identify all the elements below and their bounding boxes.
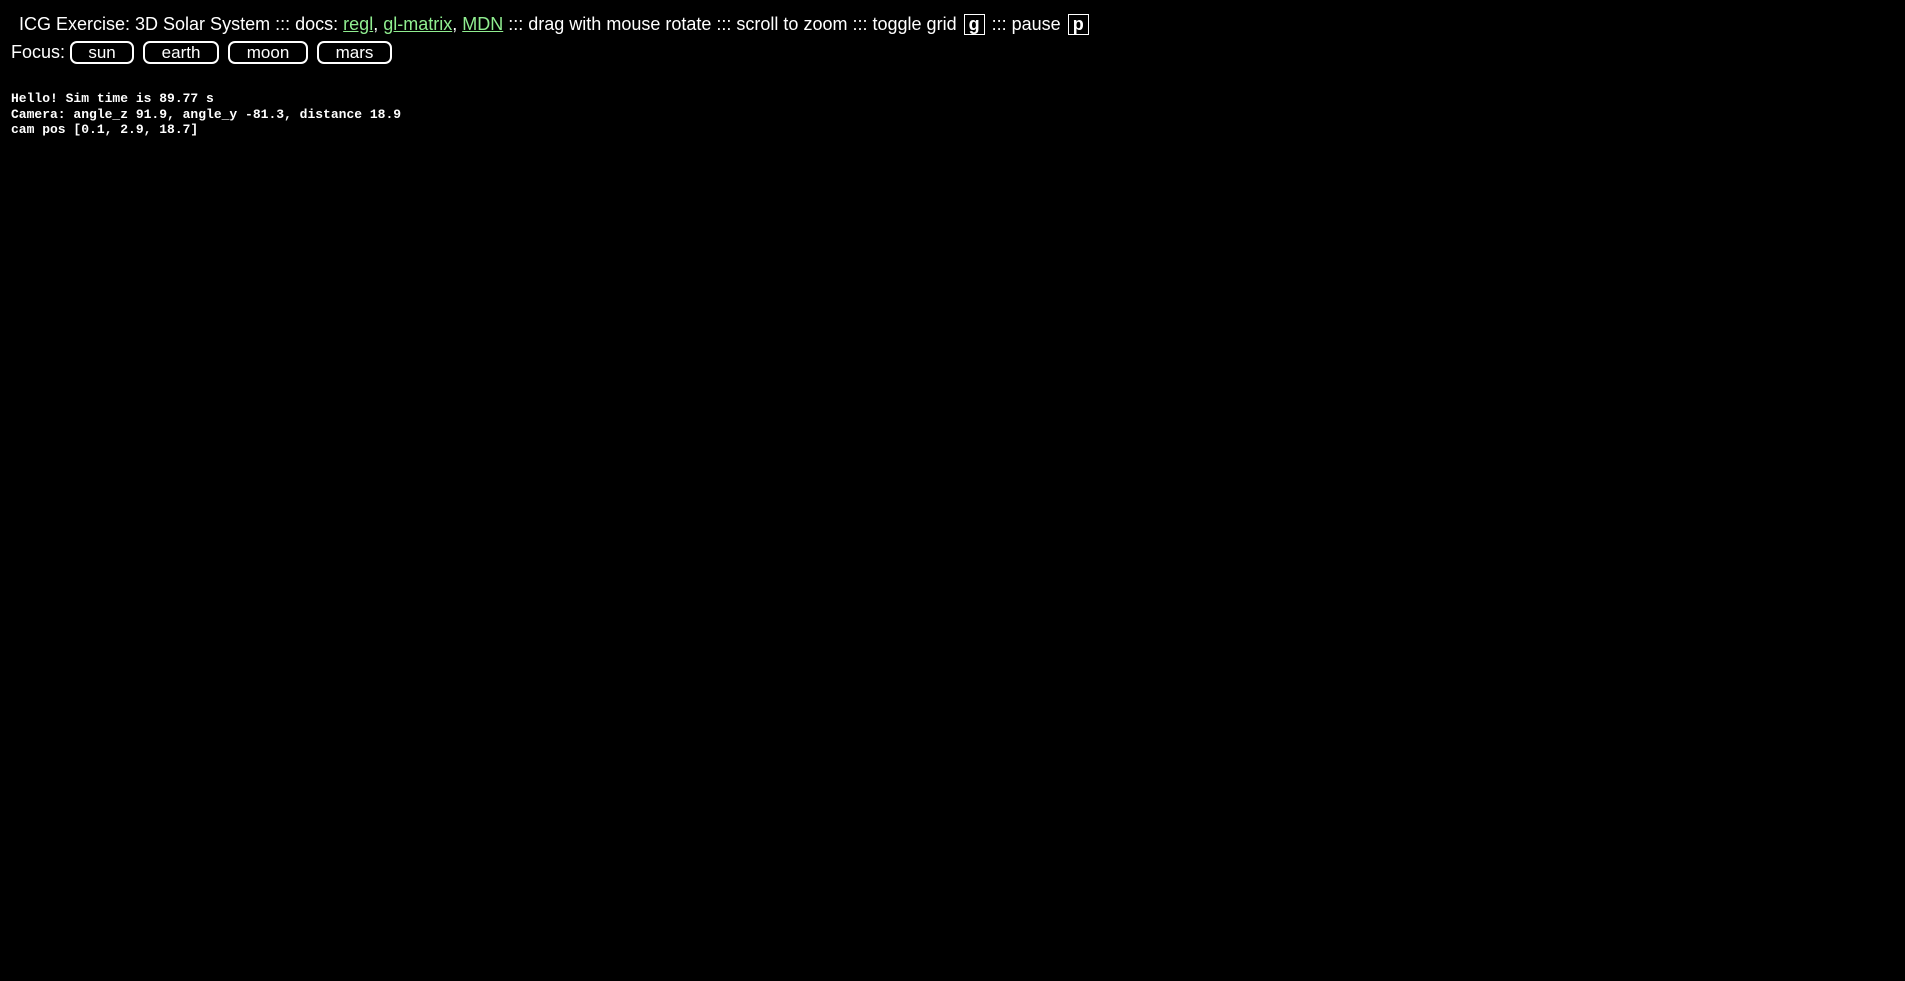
debug-info: Hello! Sim time is 89.77 s Camera: angle_… xyxy=(11,91,401,138)
separator: ::: xyxy=(991,14,1007,34)
docs-label: docs: xyxy=(295,14,339,34)
sim-time-text: Hello! Sim time is 89.77 s xyxy=(11,91,214,106)
moon-body xyxy=(642,362,666,386)
focus-sun-button[interactable]: sun xyxy=(70,40,135,64)
grid-key: g xyxy=(963,14,985,35)
grid-hint: toggle grid xyxy=(872,14,957,34)
render-canvas[interactable] xyxy=(0,0,1905,981)
header-bar: ICG Exercise: 3D Solar System ::: docs: … xyxy=(19,12,1091,36)
separator: ::: xyxy=(852,14,868,34)
separator: ::: xyxy=(508,14,524,34)
scroll-hint: scroll to zoom xyxy=(736,14,848,34)
focus-earth-button[interactable]: earth xyxy=(143,40,220,64)
pause-hint: pause xyxy=(1011,14,1061,34)
camera-text: Camera: angle_z 91.9, angle_y -81.3, dis… xyxy=(11,106,402,122)
mars-body xyxy=(1373,607,1453,679)
gl-matrix-link[interactable]: gl-matrix xyxy=(383,14,452,34)
drag-hint: drag with mouse rotate xyxy=(528,14,712,34)
separator: ::: xyxy=(275,14,291,34)
earth-body xyxy=(635,432,731,528)
app-title: ICG Exercise: 3D Solar System xyxy=(19,14,271,34)
focus-bar: Focus: sun earth moon mars xyxy=(11,40,393,64)
separator: ::: xyxy=(716,14,732,34)
mdn-link[interactable]: MDN xyxy=(462,14,503,34)
sun-body xyxy=(844,381,1076,613)
focus-moon-button[interactable]: moon xyxy=(228,40,309,64)
focus-label: Focus: xyxy=(11,42,66,62)
cam-pos-text: cam pos [0.1, 2.9, 18.7] xyxy=(11,122,199,137)
focus-mars-button[interactable]: mars xyxy=(317,40,393,64)
regl-link[interactable]: regl xyxy=(343,14,373,34)
pause-key: p xyxy=(1067,14,1089,35)
